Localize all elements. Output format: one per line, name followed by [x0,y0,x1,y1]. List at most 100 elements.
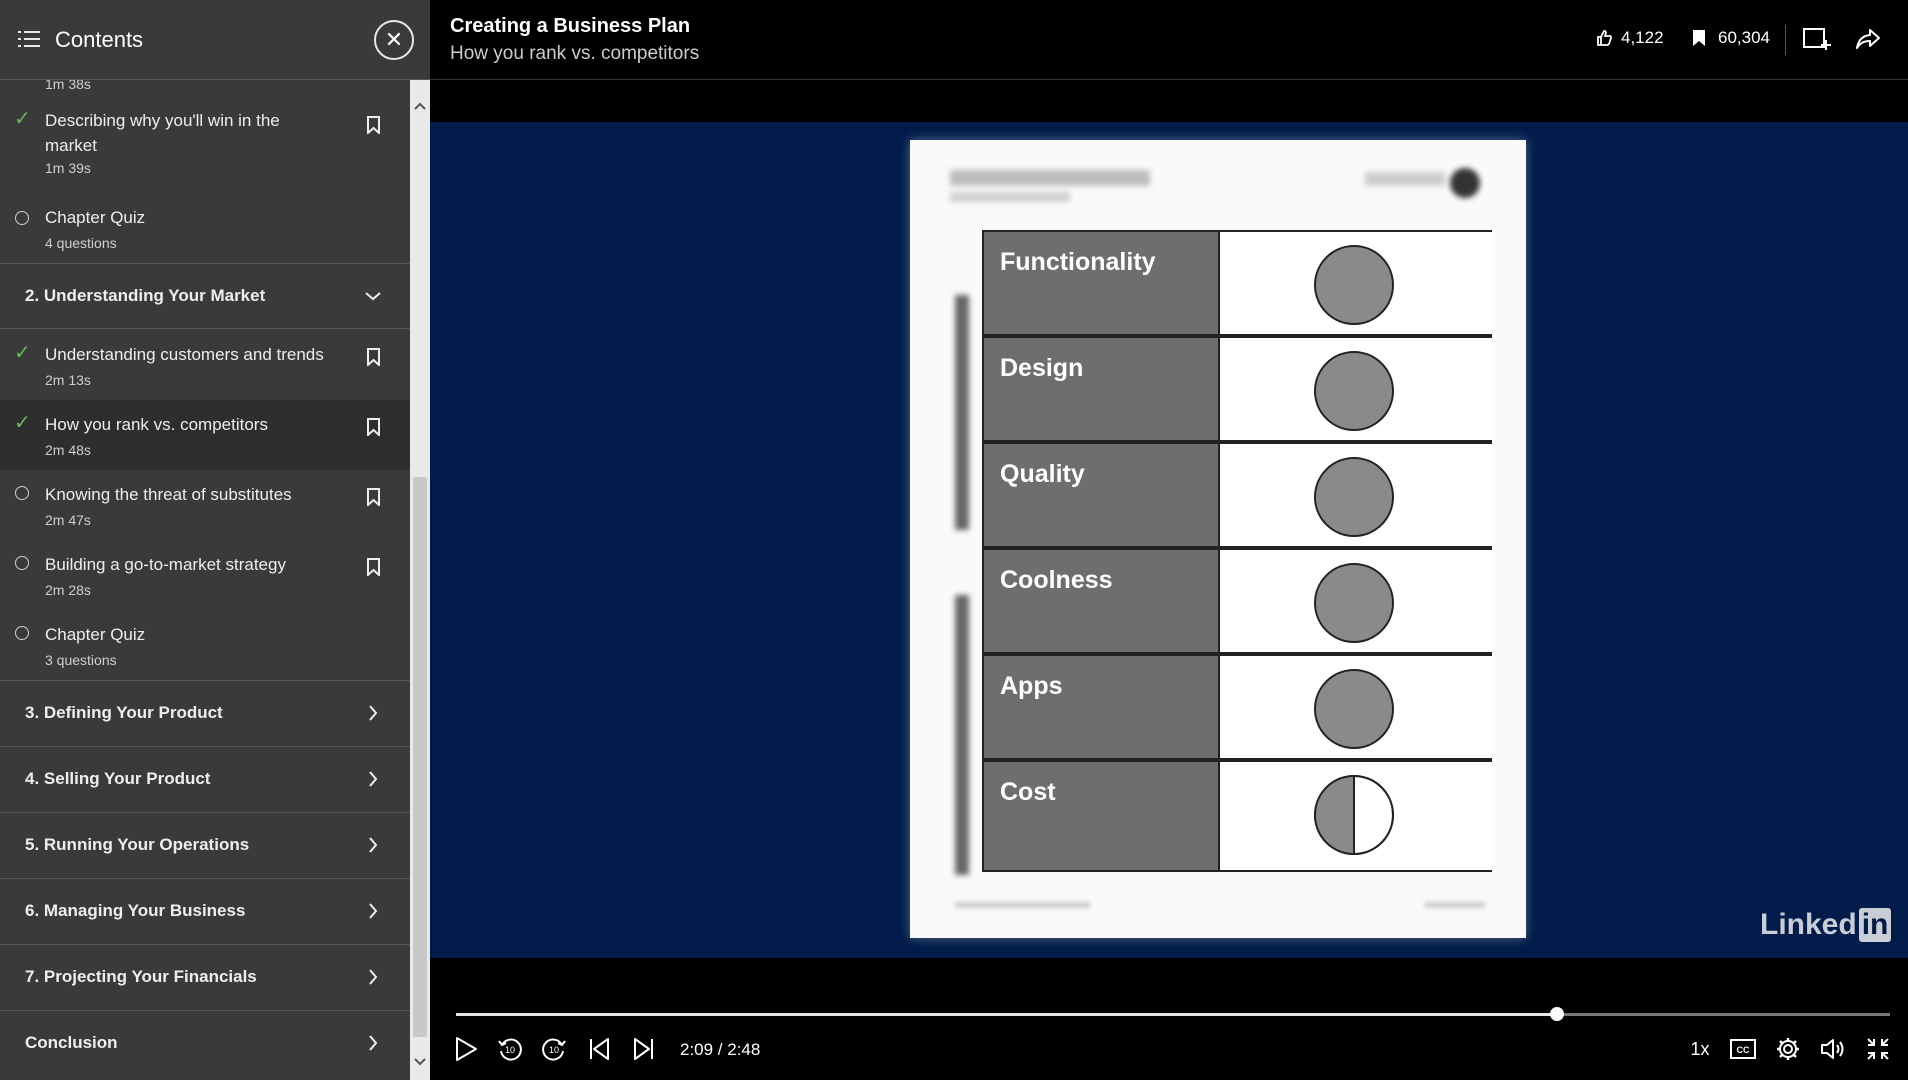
bookmark-icon[interactable] [367,558,380,576]
sidebar-title: Contents [55,27,144,52]
list-item[interactable]: ✓ Understanding customers and trends 2m … [0,330,410,400]
video-frame[interactable]: Functionality Design Quality Coolness Ap… [430,122,1908,958]
skip-previous-icon [590,1038,609,1060]
item-duration: 2m 13s [45,372,91,388]
item-title: Chapter Quiz [45,208,146,227]
doc-footer-blurred [955,902,1090,908]
exit-fullscreen-button[interactable] [1862,1033,1894,1065]
settings-button[interactable] [1773,1033,1803,1065]
chapter-6-header[interactable]: 6. Managing Your Business [0,878,410,944]
closed-captions-icon: CC [1730,1039,1756,1059]
close-icon: ✕ [384,27,404,52]
add-to-collection-icon[interactable] [1802,26,1832,52]
contents-sidebar: Contents ✕ 1m 38s ✓ Describing why you'l… [0,0,430,1080]
chevron-right-icon [369,705,378,721]
doc-subheading-blurred [950,192,1070,202]
item-duration: 2m 28s [45,582,91,598]
row-label: Design [1000,354,1084,382]
full-circle-icon [1314,563,1394,643]
svg-text:10: 10 [549,1045,559,1055]
chapter-title: 2. Understanding Your Market [25,286,266,305]
incomplete-circle-icon [15,211,29,225]
check-icon: ✓ [14,108,31,130]
forward-10-button[interactable]: 10 [538,1033,570,1065]
chapter-3-header[interactable]: 3. Defining Your Product [0,680,410,746]
seek-bar-progress [456,1013,1558,1016]
chevron-right-icon [369,969,378,985]
ranking-row: Design [982,336,1492,442]
full-circle-icon [1314,669,1394,749]
seek-bar-handle[interactable] [1550,1007,1565,1021]
chapter-4-header[interactable]: 4. Selling Your Product [0,746,410,812]
bookmark-icon[interactable] [367,418,380,436]
play-icon [456,1037,477,1061]
sidebar-scrollbar[interactable] [410,80,430,1080]
doc-sidebar-blurred [955,295,969,530]
chevron-right-icon [369,771,378,787]
bookmark-icon[interactable] [367,348,380,366]
scroll-up-arrow-icon[interactable] [410,94,430,118]
app: Contents ✕ 1m 38s ✓ Describing why you'l… [0,0,1908,1080]
rewind-10-icon: 10 [498,1038,522,1061]
conclusion-header[interactable]: Conclusion [0,1010,410,1076]
captions-button[interactable]: CC [1728,1033,1758,1065]
chapter-7-header[interactable]: 7. Projecting Your Financials [0,944,410,1010]
row-label: Cost [1000,778,1056,806]
likes-counter[interactable]: 4,122 [1595,28,1664,48]
doc-sidebar-blurred [955,595,969,875]
item-title: How you rank vs. competitors [45,415,268,434]
next-button[interactable] [628,1033,660,1065]
item-title: Understanding customers and trends [45,345,324,364]
chapter-5-header[interactable]: 5. Running Your Operations [0,812,410,878]
doc-logo-blurred [1365,172,1445,186]
contents-list: 1m 38s ✓ Describing why you'll win in th… [0,80,410,1080]
sidebar-header: Contents ✕ [0,0,430,80]
chapter-2-header[interactable]: 2. Understanding Your Market [0,263,410,329]
bookmark-icon[interactable] [367,116,380,134]
list-item[interactable]: ✓ Describing why you'll win in the marke… [0,108,410,178]
ranking-row: Coolness [982,548,1492,654]
chapter-title: 5. Running Your Operations [25,835,250,854]
skip-next-icon [634,1038,653,1060]
check-icon: ✓ [14,412,31,434]
forward-10-icon: 10 [542,1038,566,1061]
close-sidebar-button[interactable]: ✕ [374,20,414,60]
ranking-row: Quality [982,442,1492,548]
list-item-active[interactable]: ✓ How you rank vs. competitors 2m 48s [0,400,410,470]
check-icon: ✓ [14,342,31,364]
video-document: Functionality Design Quality Coolness Ap… [910,140,1526,938]
ranking-row: Cost [982,760,1492,872]
playback-speed-button[interactable]: 1x [1685,1033,1715,1065]
item-duration: 3 questions [45,652,117,668]
saves-counter[interactable]: 60,304 [1692,28,1770,48]
row-label: Quality [1000,460,1085,488]
svg-text:CC: CC [1737,1045,1750,1055]
bookmark-icon[interactable] [367,488,380,506]
rewind-10-button[interactable]: 10 [494,1033,526,1065]
volume-button[interactable] [1818,1033,1850,1065]
chevron-down-icon [365,292,381,301]
list-item[interactable]: Chapter Quiz 3 questions [0,610,410,680]
seek-bar[interactable] [456,1007,1890,1021]
item-title: Building a go-to-market strategy [45,555,286,574]
row-label: Apps [1000,672,1063,700]
list-item[interactable]: Building a go-to-market strategy 2m 28s [0,540,410,610]
time-display: 2:09 / 2:48 [680,1040,761,1059]
full-circle-icon [1314,351,1394,431]
row-label: Coolness [1000,566,1113,594]
chapter-title: 3. Defining Your Product [25,703,223,722]
item-duration: 1m 38s [45,80,91,92]
video-player-area: Creating a Business Plan How you rank vs… [430,0,1908,1080]
list-item[interactable]: Chapter Quiz 4 questions [0,205,410,260]
list-item[interactable]: Knowing the threat of substitutes 2m 47s [0,470,410,540]
bookmark-filled-icon [1693,30,1705,46]
previous-button[interactable] [583,1033,615,1065]
scroll-down-arrow-icon[interactable] [410,1050,430,1074]
share-icon[interactable] [1855,28,1881,50]
item-duration: 4 questions [45,235,117,251]
ranking-row: Apps [982,654,1492,760]
scrollbar-thumb[interactable] [413,477,427,1037]
play-button[interactable] [450,1033,482,1065]
header-bottom-border [430,79,1908,80]
list-icon [18,31,40,47]
